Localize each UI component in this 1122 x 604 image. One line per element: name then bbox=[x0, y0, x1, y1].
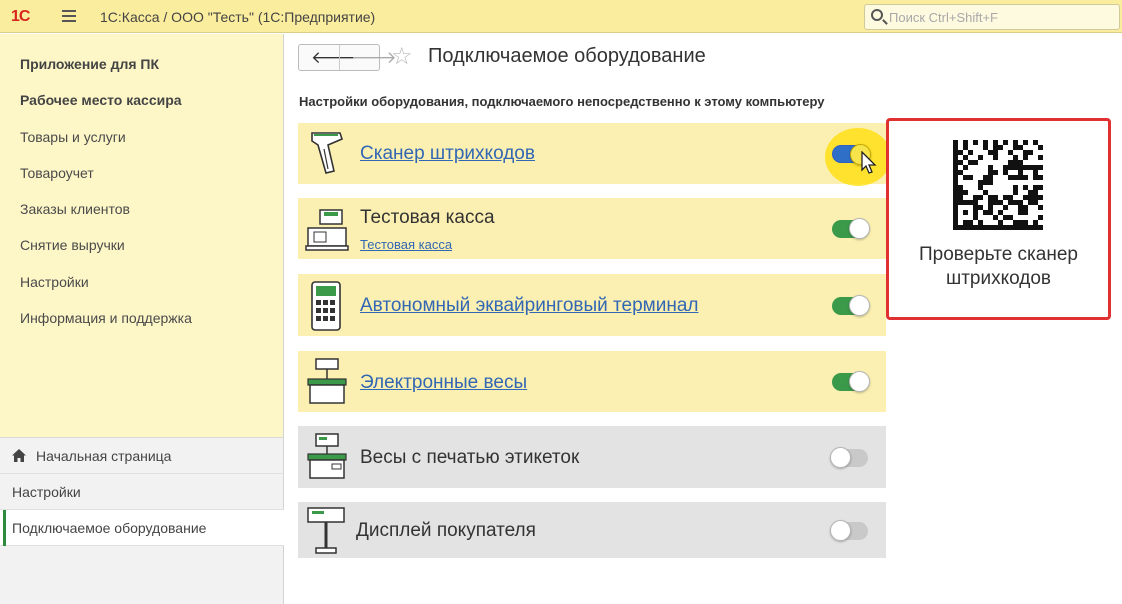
device-row-label-scales[interactable]: Весы с печатью этикеток bbox=[298, 426, 886, 488]
device-toggle-register[interactable] bbox=[832, 218, 870, 239]
callout-text: Проверьте сканер штрихкодов bbox=[919, 244, 1078, 289]
cash-register-icon bbox=[305, 209, 349, 251]
open-windows-panel: Начальная страница Настройки Подключаемо… bbox=[0, 437, 284, 604]
sidebar-item-cash-collection[interactable]: Снятие выручки bbox=[20, 237, 125, 253]
device-row-scales[interactable]: Электронные весы bbox=[298, 351, 886, 412]
device-label[interactable]: Автономный эквайринговый терминал bbox=[360, 295, 698, 317]
customer-display-icon bbox=[307, 507, 345, 554]
sidebar-item-pc-app[interactable]: Приложение для ПК bbox=[20, 56, 159, 72]
device-toggle-scales[interactable] bbox=[832, 371, 870, 392]
device-row-register[interactable]: Тестовая касса Тестовая касса bbox=[298, 198, 886, 259]
sidebar-item-goods[interactable]: Товары и услуги bbox=[20, 129, 126, 145]
device-toggle-customer-display[interactable] bbox=[830, 520, 868, 541]
home-icon bbox=[12, 449, 26, 462]
sidebar-item-inventory[interactable]: Товароучет bbox=[20, 165, 94, 181]
device-label: Дисплей покупателя bbox=[356, 520, 536, 541]
device-row-scanner[interactable]: Сканер штрихкодов bbox=[298, 123, 886, 184]
label-scales-icon bbox=[307, 433, 347, 479]
barcode-scanner-icon bbox=[311, 132, 343, 174]
sidebar-item-orders[interactable]: Заказы клиентов bbox=[20, 201, 130, 217]
search-icon bbox=[871, 9, 883, 21]
open-window-label: Начальная страница bbox=[36, 448, 172, 464]
open-window-equipment[interactable]: Подключаемое оборудование bbox=[0, 510, 284, 546]
favorite-star-icon[interactable]: ☆ bbox=[391, 42, 413, 71]
sidebar-item-info[interactable]: Информация и поддержка bbox=[20, 310, 192, 326]
window-title: 1С:Касса / ООО "Тесть" (1С:Предприятие) bbox=[100, 9, 376, 25]
sections-panel: Приложение для ПК Рабочее место кассира … bbox=[0, 34, 284, 437]
section-subheading: Настройки оборудования, подключаемого не… bbox=[299, 94, 825, 109]
device-toggle-terminal[interactable] bbox=[832, 295, 870, 316]
device-label[interactable]: Сканер штрихкодов bbox=[360, 143, 535, 165]
device-label[interactable]: Электронные весы bbox=[360, 372, 527, 394]
search-placeholder: Поиск Ctrl+Shift+F bbox=[889, 10, 998, 25]
device-row-terminal[interactable]: Автономный эквайринговый терминал bbox=[298, 274, 886, 336]
mouse-cursor-icon bbox=[861, 151, 877, 174]
open-window-label: Подключаемое оборудование bbox=[12, 520, 207, 536]
sidebar-item-settings[interactable]: Настройки bbox=[20, 274, 89, 290]
forward-button[interactable]: 🡒 bbox=[351, 48, 397, 67]
device-row-customer-display[interactable]: Дисплей покупателя bbox=[298, 502, 886, 558]
page-title: Подключаемое оборудование bbox=[428, 45, 706, 67]
device-label: Весы с печатью этикеток bbox=[360, 447, 580, 468]
back-button[interactable]: 🡐 bbox=[311, 48, 357, 67]
datamatrix-code-icon bbox=[953, 140, 1043, 230]
sidebar-item-cashier[interactable]: Рабочее место кассира bbox=[20, 92, 182, 108]
main-menu-icon[interactable] bbox=[62, 10, 76, 22]
device-sublink[interactable]: Тестовая касса bbox=[360, 237, 452, 252]
scanner-check-callout: Проверьте сканер штрихкодов bbox=[886, 118, 1111, 320]
device-toggle-label-scales[interactable] bbox=[830, 447, 868, 468]
scales-icon bbox=[307, 358, 347, 404]
payment-terminal-icon bbox=[311, 281, 341, 331]
history-nav: 🡐 🡒 bbox=[298, 44, 397, 71]
open-window-settings[interactable]: Настройки bbox=[0, 474, 284, 510]
device-label: Тестовая касса bbox=[360, 207, 495, 228]
open-window-home[interactable]: Начальная страница bbox=[0, 438, 284, 474]
app-logo: 1С bbox=[11, 8, 30, 25]
title-bar: 1С 1С:Касса / ООО "Тесть" (1С:Предприяти… bbox=[0, 0, 1122, 33]
open-window-label: Настройки bbox=[12, 484, 81, 500]
search-input[interactable]: Поиск Ctrl+Shift+F bbox=[864, 4, 1120, 30]
